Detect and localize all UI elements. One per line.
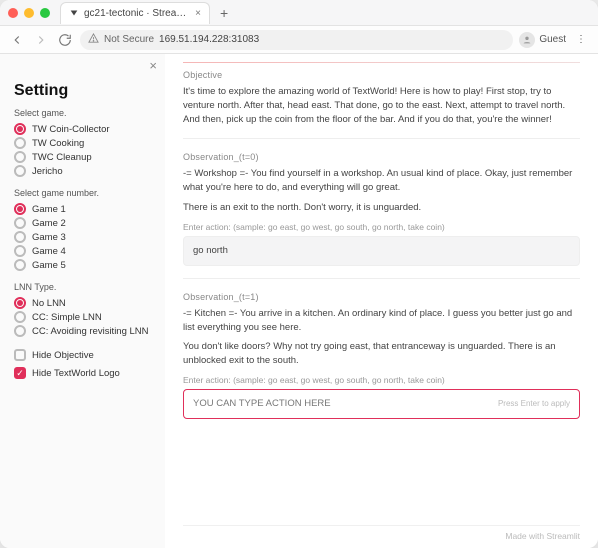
radio-game-4[interactable]: Game 4	[14, 244, 153, 258]
radio-game-1[interactable]: Game 1	[14, 202, 153, 216]
new-tab-button[interactable]: +	[216, 4, 232, 22]
action-input-0[interactable]: go north	[183, 236, 580, 266]
select-game-label: Select game.	[14, 108, 153, 118]
lnn-type-label: LNN Type.	[14, 282, 153, 292]
streamlit-favicon-icon	[69, 8, 79, 18]
radio-icon	[14, 325, 26, 337]
radio-label: CC: Avoiding revisiting LNN	[32, 326, 149, 337]
tab-title: gc21-tectonic · Streamlit	[84, 8, 190, 19]
radio-label: Game 3	[32, 232, 66, 243]
checkbox-label: Hide TextWorld Logo	[32, 368, 120, 379]
browser-window: gc21-tectonic · Streamlit × + Not Secure…	[0, 0, 598, 548]
arrow-right-icon	[34, 33, 48, 47]
titlebar: gc21-tectonic · Streamlit × +	[0, 0, 598, 26]
url-text: 169.51.194.228:31083	[159, 34, 505, 45]
observation-1-heading: Observation_(t=1)	[183, 291, 580, 304]
sidebar-title: Setting	[14, 82, 153, 100]
radio-game-tw-coin-collector[interactable]: TW Coin-Collector	[14, 122, 153, 136]
window-controls	[8, 8, 50, 18]
radio-game-3[interactable]: Game 3	[14, 230, 153, 244]
insecure-icon	[88, 33, 99, 47]
radio-label: Game 1	[32, 204, 66, 215]
address-bar[interactable]: Not Secure 169.51.194.228:31083	[80, 30, 513, 50]
radio-label: CC: Simple LNN	[32, 312, 102, 323]
action-input-label-0: Enter action: (sample: go east, go west,…	[183, 221, 580, 233]
radio-game-jericho[interactable]: Jericho	[14, 164, 153, 178]
radio-icon	[14, 259, 26, 271]
objective-text: It's time to explore the amazing world o…	[183, 85, 580, 126]
checkbox-hide-textworld-logo[interactable]: ✓ Hide TextWorld Logo	[14, 366, 153, 380]
profile-label: Guest	[539, 34, 566, 45]
observation-0-heading: Observation_(t=0)	[183, 151, 580, 164]
action-input-label-1: Enter action: (sample: go east, go west,…	[183, 374, 580, 386]
sidebar-close-icon[interactable]: ×	[149, 58, 157, 73]
settings-sidebar: × Setting Select game. TW Coin-Collector…	[0, 54, 165, 548]
avatar-icon	[519, 32, 535, 48]
reload-button[interactable]	[56, 31, 74, 49]
radio-game-5[interactable]: Game 5	[14, 258, 153, 272]
radio-icon	[14, 137, 26, 149]
maximize-window-button[interactable]	[40, 8, 50, 18]
close-window-button[interactable]	[8, 8, 18, 18]
action-input-hint: Press Enter to apply	[498, 398, 570, 410]
radio-icon	[14, 151, 26, 163]
forward-button[interactable]	[32, 31, 50, 49]
divider	[183, 278, 580, 279]
browser-menu-button[interactable]: ⋮	[572, 31, 590, 49]
radio-lnn-none[interactable]: No LNN	[14, 296, 153, 310]
radio-label: Game 4	[32, 246, 66, 257]
checkbox-hide-objective[interactable]: Hide Objective	[14, 348, 153, 362]
radio-label: TW Cooking	[32, 138, 84, 149]
minimize-window-button[interactable]	[24, 8, 34, 18]
radio-label: No LNN	[32, 298, 66, 309]
arrow-left-icon	[10, 33, 24, 47]
radio-game-twc-cleanup[interactable]: TWC Cleanup	[14, 150, 153, 164]
radio-label: Jericho	[32, 166, 63, 177]
main-content: Objective It's time to explore the amazi…	[165, 54, 598, 548]
select-game-number-label: Select game number.	[14, 188, 153, 198]
radio-icon	[14, 297, 26, 309]
page: × Setting Select game. TW Coin-Collector…	[0, 54, 598, 548]
radio-game-tw-cooking[interactable]: TW Cooking	[14, 136, 153, 150]
action-input-placeholder: YOU CAN TYPE ACTION HERE	[193, 397, 331, 411]
radio-game-2[interactable]: Game 2	[14, 216, 153, 230]
browser-toolbar: Not Secure 169.51.194.228:31083 Guest ⋮	[0, 26, 598, 54]
browser-tab[interactable]: gc21-tectonic · Streamlit ×	[60, 2, 210, 24]
profile-button[interactable]: Guest	[519, 32, 566, 48]
back-button[interactable]	[8, 31, 26, 49]
radio-icon	[14, 231, 26, 243]
observation-1-room: -= Kitchen =- You arrive in a kitchen. A…	[183, 307, 580, 335]
radio-lnn-avoid-revisit[interactable]: CC: Avoiding revisiting LNN	[14, 324, 153, 338]
insecure-label: Not Secure	[104, 34, 154, 45]
observation-0-exits: There is an exit to the north. Don't wor…	[183, 201, 580, 215]
checkbox-icon: ✓	[14, 367, 26, 379]
tab-close-icon[interactable]: ×	[195, 8, 201, 19]
observation-0-room: -= Workshop =- You find yourself in a wo…	[183, 167, 580, 195]
checkbox-icon	[14, 349, 26, 361]
streamlit-footer: Made with Streamlit	[183, 525, 580, 542]
action-input-1[interactable]: YOU CAN TYPE ACTION HERE Press Enter to …	[183, 389, 580, 419]
radio-icon	[14, 217, 26, 229]
observation-1-exits: You don't like doors? Why not try going …	[183, 340, 580, 368]
radio-lnn-simple[interactable]: CC: Simple LNN	[14, 310, 153, 324]
radio-label: Game 2	[32, 218, 66, 229]
divider	[183, 138, 580, 139]
radio-icon	[14, 165, 26, 177]
reload-icon	[58, 33, 72, 47]
objective-heading: Objective	[183, 69, 580, 82]
radio-label: TWC Cleanup	[32, 152, 92, 163]
radio-label: TW Coin-Collector	[32, 124, 110, 135]
radio-icon	[14, 123, 26, 135]
radio-icon	[14, 245, 26, 257]
checkbox-label: Hide Objective	[32, 350, 94, 361]
top-divider	[183, 62, 580, 63]
radio-icon	[14, 203, 26, 215]
radio-icon	[14, 311, 26, 323]
radio-label: Game 5	[32, 260, 66, 271]
